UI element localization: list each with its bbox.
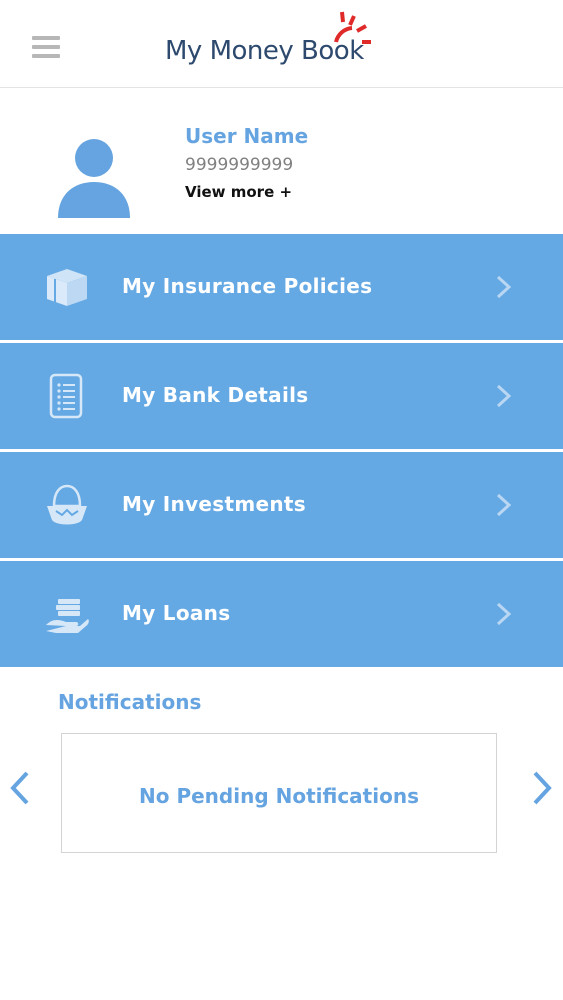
- money-bag-icon: [47, 484, 87, 525]
- user-avatar-icon: [58, 139, 130, 218]
- logo-rays-icon: [334, 11, 371, 44]
- profile-section: User Name 9999999999 View more +: [0, 88, 563, 234]
- document-list-icon: [49, 373, 83, 419]
- menu-item-label: My Insurance Policies: [122, 274, 373, 298]
- no-notifications-message: No Pending Notifications: [139, 784, 419, 808]
- chevron-right-icon: [496, 384, 512, 408]
- view-more-link[interactable]: View more +: [185, 183, 292, 201]
- menu-item-loans[interactable]: My Loans: [0, 561, 563, 667]
- menu-item-label: My Loans: [122, 601, 231, 625]
- chevron-left-icon[interactable]: [8, 770, 32, 806]
- chevron-right-icon: [496, 493, 512, 517]
- menu-item-insurance-policies[interactable]: My Insurance Policies: [0, 234, 563, 340]
- notifications-title: Notifications: [58, 690, 202, 714]
- chevron-right-icon: [496, 275, 512, 299]
- user-name: User Name: [185, 124, 309, 148]
- main-menu: My Insurance Policies My Bank Details My…: [0, 234, 563, 670]
- notification-card: No Pending Notifications: [61, 733, 497, 853]
- menu-item-label: My Bank Details: [122, 383, 309, 407]
- hamburger-menu-icon[interactable]: [32, 36, 60, 60]
- box-icon: [47, 269, 87, 306]
- chevron-right-icon[interactable]: [530, 770, 554, 806]
- menu-item-label: My Investments: [122, 492, 306, 516]
- hand-cash-icon: [46, 599, 89, 633]
- user-phone-number: 9999999999: [185, 155, 294, 175]
- chevron-right-icon: [496, 602, 512, 626]
- menu-item-bank-details[interactable]: My Bank Details: [0, 343, 563, 449]
- app-header: My Money Book: [0, 0, 563, 88]
- menu-item-investments[interactable]: My Investments: [0, 452, 563, 558]
